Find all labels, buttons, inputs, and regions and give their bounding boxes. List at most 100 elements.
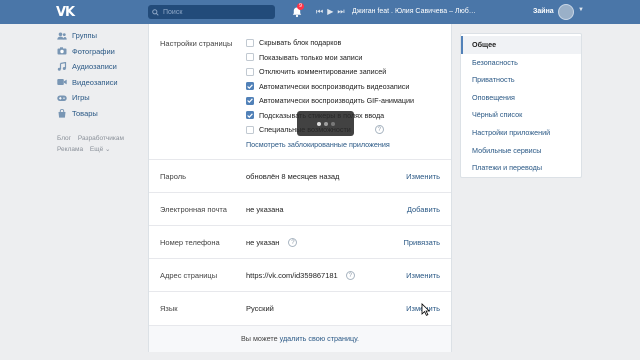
loading-dot xyxy=(323,121,328,126)
settings-tab-mobile-services[interactable]: Мобильные сервисы xyxy=(461,142,581,160)
notifications-count-badge: 9 xyxy=(297,3,304,10)
games-icon xyxy=(56,94,68,102)
row-value: не указана xyxy=(246,205,284,214)
settings-tab-privacy[interactable]: Приватность xyxy=(461,71,581,89)
user-avatar[interactable] xyxy=(558,4,574,20)
goods-icon xyxy=(56,108,68,118)
sidebar-item-video[interactable]: Видеозаписи xyxy=(56,75,144,91)
sidebar-item-photos[interactable]: Фотографии xyxy=(56,44,144,60)
mouse-cursor-icon xyxy=(421,303,430,316)
previous-track-icon[interactable]: ⏮ xyxy=(316,6,323,18)
sidebar-item-goods[interactable]: Товары xyxy=(56,106,144,122)
checkbox[interactable] xyxy=(246,38,254,47)
footer-link-ads[interactable]: Реклама xyxy=(57,146,83,153)
settings-tab-notifications[interactable]: Оповещения xyxy=(461,89,581,107)
change-password-link[interactable]: Изменить xyxy=(406,172,440,181)
settings-panel: Настройки страницы Скрывать блок подарко… xyxy=(148,24,452,352)
checkbox-label: Скрывать блок подарков xyxy=(259,38,342,47)
checkbox-checked[interactable] xyxy=(246,96,254,105)
blocked-apps-link[interactable]: Посмотреть заблокированные приложения xyxy=(246,140,390,149)
sidebar-item-games[interactable]: Игры xyxy=(56,90,144,106)
settings-tab-app-settings[interactable]: Настройки приложений xyxy=(461,124,581,142)
checkbox-hide-gifts[interactable]: Скрывать блок подарков xyxy=(246,38,341,47)
settings-tab-security[interactable]: Безопасность xyxy=(461,54,581,72)
checkmark-icon xyxy=(247,112,253,118)
language-row: Язык Русский Изменить xyxy=(149,291,451,324)
photos-icon xyxy=(56,47,68,55)
loading-indicator xyxy=(297,111,354,136)
row-label: Адрес страницы xyxy=(160,271,218,280)
delete-page-prefix: Вы можете xyxy=(241,334,278,343)
checkbox-disable-comments[interactable]: Отключить комментирование записей xyxy=(246,67,386,76)
checkmark-icon xyxy=(247,83,253,89)
groups-icon xyxy=(56,32,68,40)
checkmark-icon xyxy=(247,98,253,103)
row-value-wrap: https://vk.com/id359867181 ? xyxy=(246,271,355,280)
current-track-title[interactable]: Джиган feat . Юлия Савичева – Люб… xyxy=(352,6,476,18)
left-footer-links: Блог Разработчикам Реклама Ещё ⌄ xyxy=(57,134,147,155)
footer-link-more[interactable]: Ещё ⌄ xyxy=(90,146,111,153)
checkbox[interactable] xyxy=(246,67,254,76)
left-sidebar: Группы Фотографии Аудиозаписи Видеозапис… xyxy=(56,28,144,121)
settings-tab-general[interactable]: Общее xyxy=(461,36,581,54)
sidebar-item-label: Видеозаписи xyxy=(72,77,118,87)
search-icon xyxy=(152,8,159,16)
play-icon[interactable]: ▶ xyxy=(327,6,333,18)
loading-dot xyxy=(316,121,321,126)
checkbox[interactable] xyxy=(246,125,254,134)
help-question-icon[interactable]: ? xyxy=(288,238,298,247)
delete-page-link[interactable]: удалить свою страницу. xyxy=(280,334,359,343)
checkbox[interactable] xyxy=(246,53,254,61)
checkbox-label: Автоматически воспроизводить GIF-анимаци… xyxy=(259,96,415,105)
vk-settings-page: VK Поиск 9 ⏮ ▶ ⏭ Джиган feat . Юлия Сави… xyxy=(0,0,640,360)
page-settings-label: Настройки страницы xyxy=(160,39,233,48)
link-phone-link[interactable]: Привязать xyxy=(403,238,440,247)
checkbox-autoplay-gif[interactable]: Автоматически воспроизводить GIF-анимаци… xyxy=(246,96,414,105)
audio-icon xyxy=(56,62,68,71)
footer-link-developers[interactable]: Разработчикам xyxy=(78,135,124,142)
sidebar-item-label: Товары xyxy=(72,108,98,118)
audio-player-controls: ⏮ ▶ ⏭ xyxy=(316,6,345,18)
loading-dot xyxy=(330,121,335,126)
chevron-down-icon[interactable]: ▼ xyxy=(578,7,584,13)
row-value: обновлён 8 месяцев назад xyxy=(246,172,340,181)
top-header: VK Поиск 9 ⏮ ▶ ⏭ Джиган feat . Юлия Сави… xyxy=(0,0,640,24)
email-row: Электронная почта не указана Добавить xyxy=(149,192,451,225)
row-value: Русский xyxy=(246,304,274,313)
footer-link-blog[interactable]: Блог xyxy=(57,135,71,142)
add-email-link[interactable]: Добавить xyxy=(407,205,440,214)
row-label: Электронная почта xyxy=(160,205,227,214)
checkbox-label: Автоматически воспроизводить видеозаписи xyxy=(259,81,410,91)
change-address-link[interactable]: Изменить xyxy=(406,271,440,280)
help-question-icon[interactable]: ? xyxy=(345,271,355,280)
search-placeholder: Поиск xyxy=(163,8,183,16)
checkbox-label: Показывать только мои записи xyxy=(259,52,363,62)
password-row: Пароль обновлён 8 месяцев назад Изменить xyxy=(149,159,451,192)
sidebar-item-label: Аудиозаписи xyxy=(72,62,117,72)
checkbox-checked[interactable] xyxy=(246,111,254,119)
row-label: Пароль xyxy=(160,172,187,181)
sidebar-item-groups[interactable]: Группы xyxy=(56,28,144,44)
delete-page-bar: Вы можете удалить свою страницу. xyxy=(149,325,451,352)
search-input[interactable]: Поиск xyxy=(148,5,275,19)
row-value: https://vk.com/id359867181 xyxy=(246,271,338,280)
user-name[interactable]: Зайна xyxy=(533,6,554,18)
checkbox-label: Отключить комментирование записей xyxy=(259,67,387,76)
page-address-row: Адрес страницы https://vk.com/id35986718… xyxy=(149,258,451,291)
row-label: Язык xyxy=(160,304,178,313)
row-label: Номер телефона xyxy=(160,238,220,247)
row-value: не указан xyxy=(246,238,280,247)
video-icon xyxy=(56,78,68,86)
checkbox-checked[interactable] xyxy=(246,82,254,90)
checkbox-autoplay-video[interactable]: Автоматически воспроизводить видеозаписи xyxy=(246,82,409,91)
settings-menu: Общее Безопасность Приватность Оповещени… xyxy=(460,33,582,178)
sidebar-item-label: Группы xyxy=(72,31,97,41)
settings-tab-blacklist[interactable]: Чёрный список xyxy=(461,106,581,124)
sidebar-item-label: Фотографии xyxy=(72,46,115,56)
sidebar-item-audio[interactable]: Аудиозаписи xyxy=(56,59,144,75)
checkbox-only-my-posts[interactable]: Показывать только мои записи xyxy=(246,53,362,62)
next-track-icon[interactable]: ⏭ xyxy=(337,6,344,18)
help-question-icon[interactable]: ? xyxy=(374,125,384,134)
settings-tab-payments[interactable]: Платежи и переводы xyxy=(461,159,581,177)
vk-logo-icon[interactable]: VK xyxy=(56,5,76,20)
